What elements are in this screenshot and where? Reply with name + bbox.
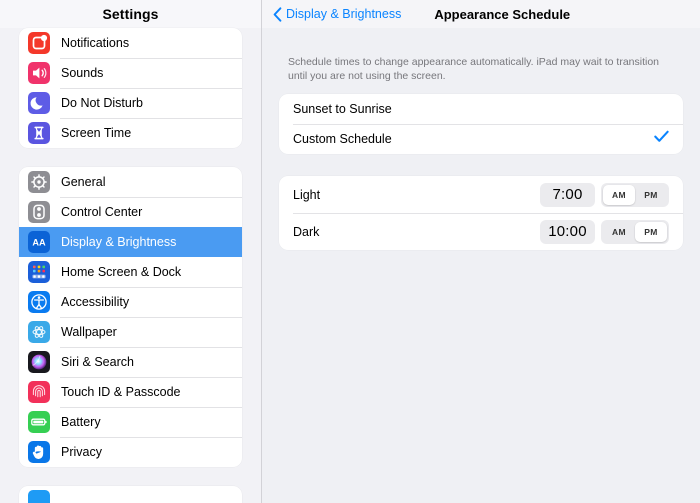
dark-ampm-segmented-control[interactable]: AM PM (601, 219, 669, 244)
ipad-settings-screen: Settings Notifications Sounds Do Not Dis… (0, 0, 700, 503)
sidebar-item-battery[interactable]: Battery (19, 407, 242, 437)
sidebar-item-screen-time[interactable]: Screen Time (19, 118, 242, 148)
sidebar-item-siri-search[interactable]: Siri & Search (19, 347, 242, 377)
back-button[interactable]: Display & Brightness (273, 6, 402, 22)
sidebar-item-label: Battery (61, 415, 101, 429)
schedule-options-card: Sunset to Sunrise Custom Schedule (279, 94, 683, 155)
sidebar-item-label: Home Screen & Dock (61, 265, 182, 279)
display-brightness-icon: AA (28, 231, 50, 253)
sidebar-item-label: Do Not Disturb (61, 96, 143, 110)
option-custom-schedule[interactable]: Custom Schedule (279, 124, 683, 154)
schedule-description: Schedule times to change appearance auto… (288, 56, 660, 83)
checkmark-icon (654, 130, 669, 148)
time-row-label: Light (293, 187, 321, 202)
svg-text:AA: AA (32, 238, 46, 248)
sidebar-item-label: Control Center (61, 205, 143, 219)
sidebar-item-general[interactable]: General (19, 167, 242, 197)
navigation-bar: Display & Brightness Appearance Schedule (262, 0, 700, 28)
sidebar-item-label: Sounds (61, 66, 104, 80)
sidebar-item-privacy[interactable]: Privacy (19, 437, 242, 467)
sidebar-item-sounds[interactable]: Sounds (19, 58, 242, 88)
detail-pane: Display & Brightness Appearance Schedule… (262, 0, 700, 503)
screen-time-icon (28, 122, 50, 144)
sidebar-item-display-brightness[interactable]: AA Display & Brightness (19, 227, 242, 257)
general-icon (28, 171, 50, 193)
sidebar-item-label: Screen Time (61, 126, 132, 140)
settings-sidebar: Settings Notifications Sounds Do Not Dis… (0, 0, 262, 503)
sidebar-item-accessibility[interactable]: Accessibility (19, 287, 242, 317)
sidebar-item-label: Wallpaper (61, 325, 117, 339)
sidebar-item-do-not-disturb[interactable]: Do Not Disturb (19, 88, 242, 118)
siri-search-icon (28, 351, 50, 373)
content-body: Schedule times to change appearance auto… (262, 55, 700, 251)
sounds-icon (28, 62, 50, 84)
touch-id-passcode-icon (28, 381, 50, 403)
notifications-icon (28, 32, 50, 54)
sidebar-header: Settings (0, 0, 261, 28)
nav-title: Appearance Schedule (434, 6, 571, 22)
option-sunset-to-sunrise[interactable]: Sunset to Sunrise (279, 94, 683, 124)
app-store-icon (28, 490, 50, 503)
time-row-label: Dark (293, 224, 320, 239)
sidebar-item-label: Siri & Search (61, 355, 134, 369)
light-am-option[interactable]: AM (603, 184, 635, 205)
option-label: Sunset to Sunrise (293, 102, 392, 117)
light-pm-option[interactable]: PM (635, 185, 667, 205)
sidebar-item-label: Notifications (61, 36, 130, 50)
dark-pm-option[interactable]: PM (635, 221, 667, 242)
sidebar-group-1: Notifications Sounds Do Not Disturb Scre… (19, 28, 242, 148)
battery-icon (28, 411, 50, 433)
sidebar-item-touch-id-passcode[interactable]: Touch ID & Passcode (19, 377, 242, 407)
page-title: Settings (102, 6, 159, 22)
dark-am-option[interactable]: AM (603, 222, 635, 242)
sidebar-item-notifications[interactable]: Notifications (19, 28, 242, 58)
sidebar-item-wallpaper[interactable]: Wallpaper (19, 317, 242, 347)
accessibility-icon (28, 291, 50, 313)
do-not-disturb-icon (28, 92, 50, 114)
option-label: Custom Schedule (293, 132, 392, 147)
time-controls: 10:00 AM PM (540, 219, 669, 244)
time-controls: 7:00 AM PM (540, 182, 669, 207)
light-time-input[interactable]: 7:00 (540, 182, 595, 207)
sidebar-item-label: Privacy (61, 445, 102, 459)
wallpaper-icon (28, 321, 50, 343)
dark-time-input[interactable]: 10:00 (540, 219, 595, 244)
light-ampm-segmented-control[interactable]: AM PM (601, 182, 669, 207)
chevron-left-icon (273, 6, 282, 22)
sidebar-group-2: General Control Center AA Display & Brig… (19, 167, 242, 467)
time-row-dark: Dark 10:00 AM PM (279, 213, 683, 250)
sidebar-item-label: Accessibility (61, 295, 130, 309)
back-button-label: Display & Brightness (286, 7, 402, 21)
sidebar-scroll-area[interactable]: Notifications Sounds Do Not Disturb Scre… (0, 28, 261, 503)
home-screen-dock-icon (28, 261, 50, 283)
control-center-icon (28, 201, 50, 223)
sidebar-item-partial[interactable] (19, 486, 242, 503)
schedule-times-card: Light 7:00 AM PM Dark 10:00 AM PM (279, 176, 683, 251)
privacy-icon (28, 441, 50, 463)
sidebar-item-control-center[interactable]: Control Center (19, 197, 242, 227)
sidebar-item-label: Touch ID & Passcode (61, 385, 181, 399)
sidebar-item-label: Display & Brightness (61, 235, 177, 249)
sidebar-group-3-partial (19, 486, 242, 503)
time-row-light: Light 7:00 AM PM (279, 176, 683, 213)
sidebar-item-home-screen-dock[interactable]: Home Screen & Dock (19, 257, 242, 287)
sidebar-item-label: General (61, 175, 106, 189)
